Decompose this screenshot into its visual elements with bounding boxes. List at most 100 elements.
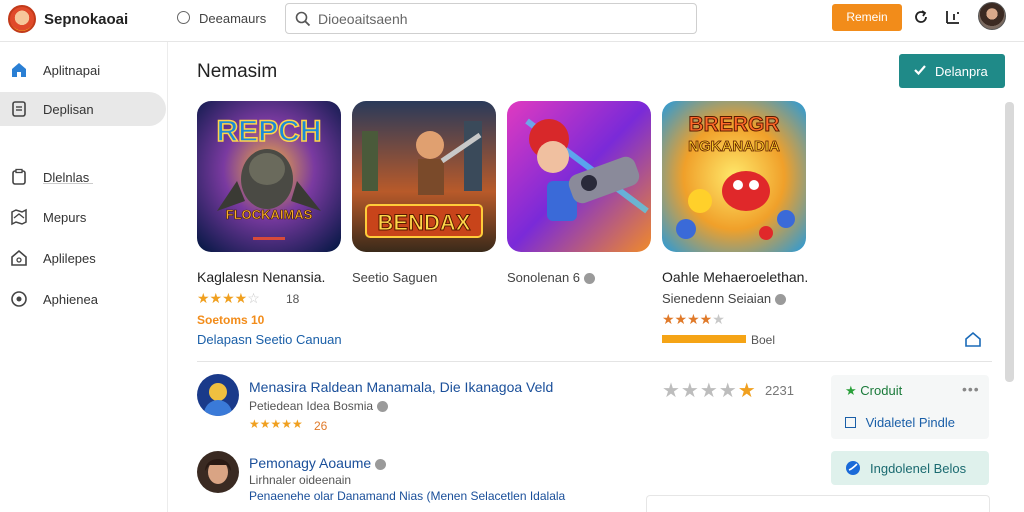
- tile-title-text: BENDAX: [378, 210, 471, 235]
- progress-label: Boel: [751, 333, 776, 347]
- partial-card: [646, 495, 990, 512]
- target-icon: [11, 291, 27, 307]
- list-item-stars: ★★★★★: [249, 417, 303, 431]
- divider: [197, 361, 992, 362]
- star-empty-icon: ☆: [247, 290, 260, 306]
- star-filled-icon: ★: [845, 383, 857, 398]
- panel-row-2[interactable]: Vidaletel Pindle: [845, 415, 955, 430]
- verified-icon: [775, 294, 787, 306]
- app-tile-3[interactable]: [507, 101, 651, 252]
- avatar-image: [197, 374, 239, 416]
- sidebar-item-label: Dlelnlas: [43, 170, 90, 185]
- document-icon: [12, 101, 26, 117]
- home-icon: [12, 63, 26, 77]
- clipboard-icon: [12, 168, 26, 185]
- secondary-button-label: Ingdolenel Belos: [870, 461, 967, 476]
- user-avatar[interactable]: [978, 2, 1006, 30]
- list-avatar[interactable]: [197, 374, 239, 416]
- progress-fill: [662, 335, 746, 343]
- home-outline-icon[interactable]: [964, 330, 982, 348]
- list-item-subtitle: Petiedean Idea Bosmia: [249, 399, 389, 413]
- action-button[interactable]: Delanpra: [899, 54, 1005, 88]
- check-icon: [914, 65, 926, 76]
- game-art-monster-image: REPCH FLOCKAIMAS: [197, 101, 341, 252]
- card-title[interactable]: Kaglalesn Nenansia.: [197, 269, 325, 285]
- app-tile-2[interactable]: BENDAX: [352, 101, 496, 252]
- tile-subtitle-text: FLOCKAIMAS: [226, 207, 313, 222]
- sidebar-item-target[interactable]: Aphienea: [0, 282, 166, 316]
- list-item-subtitle-text: Petiedean Idea Bosmia: [249, 399, 374, 413]
- sidebar-item-label: Deplisan: [43, 102, 94, 117]
- sidebar-item-map[interactable]: Mepurs: [0, 200, 166, 234]
- sidebar: Aplitnapai Deplisan Dlelnlas Mepurs Apli…: [0, 42, 168, 512]
- map-icon: [11, 208, 27, 226]
- card-price: Soetoms 10: [197, 313, 265, 327]
- action-panel: ★ Croduit ••• Vidaletel Pindle: [831, 375, 989, 439]
- card-link[interactable]: Delapasn Seetio Canuan: [197, 332, 342, 347]
- section-title: Nemasim: [197, 61, 278, 82]
- sidebar-item-home[interactable]: Aplitnapai: [0, 53, 166, 87]
- secondary-button[interactable]: Ingdolenel Belos: [831, 451, 989, 485]
- sidebar-item-store[interactable]: Aplilepes: [0, 241, 166, 275]
- sidebar-item-label: Mepurs: [43, 210, 87, 225]
- card-title[interactable]: Seetio Saguen: [352, 270, 437, 285]
- search-input[interactable]: [318, 8, 688, 30]
- list-item-title[interactable]: Menasira Raldean Manamala, Die Ikanagoa …: [249, 379, 553, 395]
- panel-row-2-label: Vidaletel Pindle: [865, 415, 956, 430]
- top-bar: Sepnokaoai Deeamaurs Remein: [0, 0, 1024, 42]
- list-item-link[interactable]: Penaenehe olar Danamand Nias (Menen Sela…: [249, 489, 565, 503]
- action-button-label: Delanpra: [935, 64, 988, 79]
- verified-icon: [375, 458, 387, 470]
- app-tile-1[interactable]: REPCH FLOCKAIMAS: [197, 101, 341, 252]
- radio-icon[interactable]: [177, 11, 190, 24]
- search-icon: [295, 11, 311, 27]
- card-subtitle-text: Sienedenn Seiaian: [662, 291, 772, 306]
- scrollbar-thumb[interactable]: [1005, 102, 1014, 382]
- store-icon: [11, 249, 27, 266]
- sidebar-item-label: Aphienea: [43, 292, 98, 307]
- tile-title-text: BRERGR: [688, 113, 779, 136]
- list-item-title-text: Pemonagy Aoaume: [249, 455, 372, 471]
- sidebar-item-documents[interactable]: Deplisan: [0, 92, 166, 126]
- sidebar-item-label: Aplitnapai: [43, 63, 101, 78]
- star-icon: ★★★★★: [249, 417, 303, 431]
- progress-bar: [662, 335, 746, 343]
- card-title[interactable]: Oahle Mehaeroelethan.: [662, 269, 808, 285]
- leaf-icon: [846, 461, 860, 475]
- sidebar-item-clipboard[interactable]: Dlelnlas: [0, 160, 166, 194]
- more-options-icon[interactable]: •••: [962, 381, 980, 397]
- list-item-title[interactable]: Pemonagy Aoaume: [249, 455, 387, 471]
- star-empty-icon: ★: [712, 311, 725, 327]
- panel-row-1[interactable]: ★ Croduit: [845, 383, 902, 399]
- checkbox-icon: [845, 417, 856, 428]
- panel-row-1-label: Croduit: [860, 383, 903, 398]
- star-icon: ★★★★: [197, 290, 248, 306]
- avatar-image: [197, 451, 239, 493]
- verified-icon: [584, 273, 596, 285]
- tile-subtitle-text: NGKANADIA: [688, 138, 780, 155]
- tile-title-text: REPCH: [216, 115, 321, 148]
- game-art-blaster-image: [507, 101, 651, 252]
- bar-chart-icon[interactable]: [944, 8, 962, 26]
- card-rating-count: 18: [286, 292, 300, 306]
- app-name: Sepnokaoai: [44, 11, 129, 28]
- game-art-warrior-image: BENDAX: [352, 101, 496, 252]
- app-logo-icon[interactable]: [8, 5, 36, 33]
- app-tile-4[interactable]: BRERGR NGKANADIA: [662, 101, 806, 252]
- nav-link[interactable]: Deeamaurs: [199, 11, 266, 26]
- star-icon: ★★★★: [662, 311, 713, 327]
- game-art-bubbles-image: BRERGR NGKANADIA: [662, 101, 806, 252]
- card-rating-stars: ★★★★☆: [197, 290, 260, 307]
- search-box[interactable]: [285, 3, 697, 34]
- card-title-text: Sonolenan 6: [507, 270, 581, 285]
- list-avatar[interactable]: [197, 451, 239, 493]
- refresh-icon[interactable]: [912, 8, 930, 26]
- scrollbar[interactable]: [1003, 96, 1017, 506]
- rating-stars-large[interactable]: ★★★★★: [662, 378, 757, 403]
- list-item-rating-count: 26: [314, 419, 328, 433]
- verified-icon: [377, 401, 389, 413]
- card-title[interactable]: Sonolenan 6: [507, 270, 596, 285]
- list-item-subtitle: Lirhnaler oideenain: [249, 473, 352, 487]
- card-subtitle: Sienedenn Seiaian: [662, 291, 787, 306]
- primary-button[interactable]: Remein: [832, 4, 902, 31]
